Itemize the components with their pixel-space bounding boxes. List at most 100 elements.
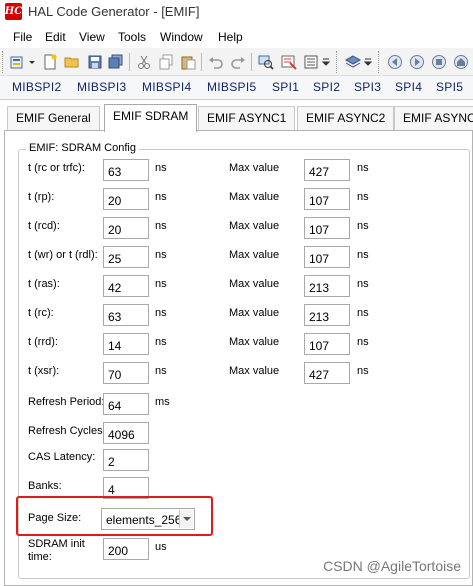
module-spi1[interactable]: SPI1 (272, 80, 299, 94)
txsr-unit: ns (155, 365, 167, 377)
trrd-max-value: 107 (304, 333, 350, 355)
trfc-max-unit: ns (357, 162, 369, 174)
new-project-icon[interactable] (8, 53, 26, 71)
properties-icon[interactable] (302, 53, 320, 71)
tras-unit: ns (155, 278, 167, 290)
twr-unit: ns (155, 249, 167, 261)
trp-max-unit: ns (357, 191, 369, 203)
home-icon[interactable] (452, 53, 470, 71)
toolbar-grip[interactable] (336, 51, 339, 73)
menu-view[interactable]: View (79, 30, 105, 44)
tras-max-unit: ns (357, 278, 369, 290)
open-folder-icon[interactable] (63, 53, 81, 71)
txsr-input[interactable]: 70 (103, 362, 149, 384)
refresh-period-label: Refresh Period: (28, 396, 105, 408)
trfc-max-value: 427 (304, 159, 350, 181)
tab-emif-general[interactable]: EMIF General (7, 106, 100, 130)
refresh-cycles-label: Refresh Cycles: (28, 425, 106, 437)
trc-max-value: 213 (304, 304, 350, 326)
trfc-input[interactable]: 63 (103, 159, 149, 181)
module-mibspi2[interactable]: MIBSPI2 (12, 80, 61, 94)
trrd-label: t (rrd): (28, 336, 58, 348)
new-dropdown-icon[interactable] (27, 53, 37, 71)
forward-icon[interactable] (408, 53, 426, 71)
refresh-period-input[interactable]: 64 (103, 393, 149, 415)
tras-max-label: Max value (229, 278, 280, 290)
cas-latency-input[interactable]: 2 (103, 449, 149, 471)
txsr-max-unit: ns (357, 365, 369, 377)
watermark: CSDN @AgileTortoise (323, 558, 461, 574)
refresh-cycles-input[interactable]: 4096 (103, 422, 149, 444)
save-all-icon[interactable] (107, 53, 125, 71)
twr-max-label: Max value (229, 249, 280, 261)
txsr-label: t (xsr): (28, 365, 60, 377)
trc-max-label: Max value (229, 307, 280, 319)
tab-emif-async1[interactable]: EMIF ASYNC1 (198, 106, 296, 130)
twr-max-value: 107 (304, 246, 350, 268)
trrd-unit: ns (155, 336, 167, 348)
trp-max-value: 107 (304, 188, 350, 210)
trc-max-unit: ns (357, 307, 369, 319)
redo-icon[interactable] (229, 53, 247, 71)
layers-dropdown-icon[interactable] (363, 53, 373, 71)
app-logo-icon: HC (5, 3, 22, 20)
twr-max-unit: ns (357, 249, 369, 261)
title-bar: HC HAL Code Generator - [EMIF] (0, 0, 473, 26)
trp-label: t (rp): (28, 191, 55, 203)
new-file-icon[interactable] (41, 53, 59, 71)
module-bar: MIBSPI2 MIBSPI3 MIBSPI4 MIBSPI5 SPI1 SPI… (0, 76, 473, 100)
menu-bar: File Edit View Tools Window Help (0, 26, 473, 48)
layers-icon[interactable] (344, 53, 362, 71)
txsr-max-label: Max value (229, 365, 280, 377)
trcd-max-label: Max value (229, 220, 280, 232)
trp-max-label: Max value (229, 191, 280, 203)
tab-emif-async3[interactable]: EMIF ASYNC3 (394, 106, 473, 130)
menu-help[interactable]: Help (218, 30, 243, 44)
tab-emif-async2[interactable]: EMIF ASYNC2 (297, 106, 395, 130)
tras-max-value: 213 (304, 275, 350, 297)
toolbar-separator (251, 53, 252, 71)
trcd-max-value: 107 (304, 217, 350, 239)
back-icon[interactable] (386, 53, 404, 71)
cut-icon[interactable] (135, 53, 153, 71)
sdram-init-input[interactable]: 200 (103, 538, 149, 560)
tab-emif-sdram[interactable]: EMIF SDRAM (104, 104, 198, 132)
trp-input[interactable]: 20 (103, 188, 149, 210)
toolbar-grip[interactable] (378, 51, 381, 73)
txsr-max-value: 427 (304, 362, 350, 384)
trrd-input[interactable]: 14 (103, 333, 149, 355)
find-icon[interactable] (257, 53, 275, 71)
stop-icon[interactable] (430, 53, 448, 71)
menu-tools[interactable]: Tools (118, 30, 146, 44)
module-spi2[interactable]: SPI2 (313, 80, 340, 94)
trfc-label: t (rc or trfc): (28, 162, 85, 174)
trcd-input[interactable]: 20 (103, 217, 149, 239)
trrd-max-unit: ns (357, 336, 369, 348)
tab-strip: EMIF General EMIF SDRAM EMIF ASYNC1 EMIF… (0, 104, 473, 132)
trc-input[interactable]: 63 (103, 304, 149, 326)
trp-unit: ns (155, 191, 167, 203)
module-mibspi4[interactable]: MIBSPI4 (142, 80, 191, 94)
undo-icon[interactable] (207, 53, 225, 71)
menu-file[interactable]: File (13, 30, 32, 44)
module-spi5[interactable]: SPI5 (436, 80, 463, 94)
menu-edit[interactable]: Edit (45, 30, 66, 44)
module-spi4[interactable]: SPI4 (395, 80, 422, 94)
twr-input[interactable]: 25 (103, 246, 149, 268)
menu-window[interactable]: Window (160, 30, 203, 44)
toolbar-grip[interactable] (2, 51, 5, 73)
copy-icon[interactable] (157, 53, 175, 71)
trcd-label: t (rcd): (28, 220, 60, 232)
toolbar-overflow-icon[interactable] (321, 53, 331, 71)
banks-label: Banks: (28, 480, 62, 492)
toolbar-separator (129, 53, 130, 71)
toolbar (0, 48, 473, 76)
module-mibspi5[interactable]: MIBSPI5 (207, 80, 256, 94)
generate-code-icon[interactable] (280, 53, 298, 71)
module-spi3[interactable]: SPI3 (354, 80, 381, 94)
highlight-box (16, 496, 213, 536)
paste-icon[interactable] (179, 53, 197, 71)
save-icon[interactable] (86, 53, 104, 71)
tras-input[interactable]: 42 (103, 275, 149, 297)
module-mibspi3[interactable]: MIBSPI3 (77, 80, 126, 94)
